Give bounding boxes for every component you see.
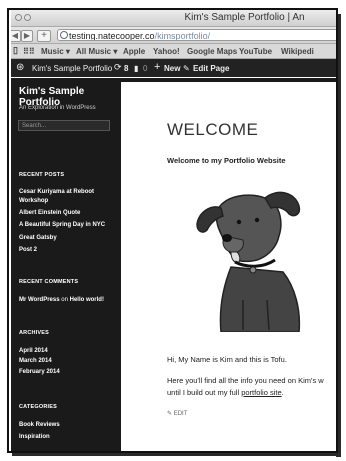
archive-link[interactable]: February 2014 xyxy=(19,369,60,375)
page-content: WELCOME Welcome to my Portfolio Website xyxy=(121,78,336,451)
add-bookmark-button[interactable]: + xyxy=(37,30,51,42)
reading-list-icon[interactable]: ▯ xyxy=(13,45,18,56)
recent-post-link[interactable]: Workshop xyxy=(19,198,48,204)
new-plus-icon[interactable]: + xyxy=(154,61,160,73)
category-link[interactable]: Book Reviews xyxy=(19,422,60,428)
body-text-line: Here you'll find all the info you need o… xyxy=(167,376,324,385)
edit-label: EDIT xyxy=(173,411,188,417)
wordpress-logo-icon[interactable]: ⊛ xyxy=(16,62,24,73)
site-description: An Exploration in WordPress xyxy=(19,105,96,111)
recent-post-link[interactable]: Great Gatsby xyxy=(19,235,57,241)
browser-window: Kim's Sample Portfolio | An ◀ ▶ + testin… xyxy=(11,10,336,451)
url-host: testing.natecooper.co xyxy=(69,31,155,41)
address-bar[interactable]: testing.natecooper.co/kimsportfolio/ xyxy=(57,29,336,41)
archive-link[interactable]: April 2014 xyxy=(19,348,48,354)
portfolio-site-link[interactable]: portfolio site xyxy=(241,388,281,397)
body-text-prefix: until I build out my full xyxy=(167,388,242,397)
comments-icon[interactable]: ▮ xyxy=(134,64,138,73)
recent-posts-heading: RECENT POSTS xyxy=(19,172,65,178)
comment-author[interactable]: Mr WordPress xyxy=(19,297,60,303)
admin-edit-page[interactable]: Edit Page xyxy=(193,64,229,73)
recent-comment: Mr WordPress on Hello world! xyxy=(19,297,104,303)
screenshot-frame: Kim's Sample Portfolio | An ◀ ▶ + testin… xyxy=(7,8,338,453)
recent-post-link[interactable]: A Beautiful Spring Day in NYC xyxy=(19,222,105,228)
bookmarks-bar: ▯ ⠿⠿ Music ▾ All Music ▾ Apple Yahoo! Go… xyxy=(11,44,336,59)
recent-post-link[interactable]: Post 2 xyxy=(19,247,37,253)
pencil-icon: ✎ xyxy=(167,411,173,417)
intro-text: Hi, My Name is Kim and this is Tofu. xyxy=(167,355,287,364)
body-text-line: until I build out my full portfolio site… xyxy=(167,388,284,397)
recent-post-link[interactable]: Albert Einstein Quote xyxy=(19,210,80,216)
search-input[interactable]: Search... xyxy=(18,120,110,131)
bookmark-youtube[interactable]: YouTube xyxy=(239,47,272,56)
pencil-icon: ✎ xyxy=(183,64,190,73)
archive-link[interactable]: March 2014 xyxy=(19,358,52,364)
bookmark-google-maps[interactable]: Google Maps xyxy=(187,47,237,56)
wp-admin-bar: ⊛ Kim's Sample Portfolio ⟳ 8 ▮ 0 + New ✎… xyxy=(11,59,336,77)
bookmark-apple[interactable]: Apple xyxy=(123,47,145,56)
category-link[interactable]: Inspiration xyxy=(19,434,50,440)
admin-new[interactable]: New xyxy=(164,64,180,73)
categories-heading: CATEGORIES xyxy=(19,404,57,410)
bookmarks-grid-icon[interactable]: ⠿⠿ xyxy=(23,47,35,56)
comment-post-link[interactable]: Hello world! xyxy=(70,297,104,303)
bookmark-yahoo[interactable]: Yahoo! xyxy=(153,47,180,56)
site-sidebar: Kim's Sample Portfolio An Exploration in… xyxy=(11,78,121,451)
recent-post-link[interactable]: Cesar Kuriyama at Reboot xyxy=(19,189,94,195)
bookmark-music[interactable]: Music ▾ xyxy=(41,47,70,56)
archives-heading: ARCHIVES xyxy=(19,330,50,336)
updates-count[interactable]: 8 xyxy=(124,64,128,73)
comment-on: on xyxy=(61,297,68,303)
window-title: Kim's Sample Portfolio | An xyxy=(184,12,305,23)
back-button[interactable]: ◀ xyxy=(11,30,21,42)
navigation-bar: ◀ ▶ + testing.natecooper.co/kimsportfoli… xyxy=(11,27,336,44)
edit-link[interactable]: ✎ EDIT xyxy=(167,410,187,417)
body-text-suffix: . xyxy=(281,388,284,397)
page-title: WELCOME xyxy=(167,120,259,139)
url-path: /kimsportfolio/ xyxy=(154,31,211,41)
recent-comments-heading: RECENT COMMENTS xyxy=(19,279,79,285)
admin-site-name[interactable]: Kim's Sample Portfolio xyxy=(32,64,112,73)
forward-button[interactable]: ▶ xyxy=(21,30,33,42)
globe-icon xyxy=(60,31,68,39)
updates-icon[interactable]: ⟳ xyxy=(114,62,122,73)
page-subtitle: Welcome to my Portfolio Website xyxy=(167,156,286,165)
bookmark-wikipedia[interactable]: Wikipedi xyxy=(281,47,314,56)
bookmark-all-music[interactable]: All Music ▾ xyxy=(76,47,117,56)
dog-illustration xyxy=(196,191,301,332)
comments-count[interactable]: 0 xyxy=(143,64,147,73)
title-bar: Kim's Sample Portfolio | An xyxy=(11,10,336,27)
